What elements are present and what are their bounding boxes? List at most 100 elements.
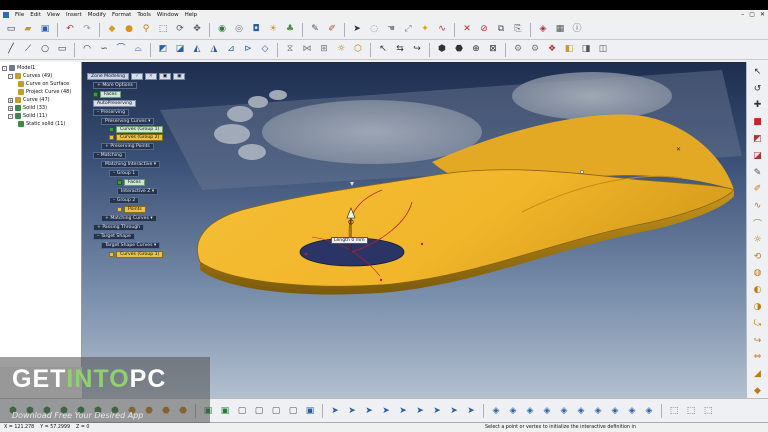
boolean-icon[interactable]: ⊕ [469, 43, 483, 57]
collapse-toggle[interactable]: - [2, 65, 7, 71]
solid-cut-icon[interactable]: ⬣ [452, 43, 466, 57]
line-icon[interactable]: ╱ [4, 43, 18, 57]
box-icon[interactable]: ▢ [286, 404, 300, 418]
brush-icon[interactable]: ✐ [751, 183, 765, 197]
tree-node[interactable]: + Curve (47) [2, 96, 79, 104]
sphere-icon[interactable]: ● [122, 23, 136, 37]
expand-toggle[interactable]: + [8, 105, 13, 111]
panel-header[interactable]: Zone Modeling [87, 73, 130, 80]
curve-tool-icon[interactable]: ∿ [435, 23, 449, 37]
transform-blue-icon[interactable]: ◈ [591, 404, 605, 418]
pan-icon[interactable]: ✥ [190, 23, 204, 37]
checkbox-icon[interactable] [117, 207, 122, 212]
menu-edit[interactable]: Edit [30, 12, 41, 18]
thicken-icon[interactable]: ◑ [751, 300, 765, 314]
wrap-icon[interactable]: ⟲ [751, 250, 765, 264]
copy-icon[interactable]: ⧉ [494, 23, 508, 37]
tree-node[interactable]: - Solid (11) [2, 112, 79, 120]
arrow-blue-icon[interactable]: ➤ [396, 404, 410, 418]
tree-node[interactable]: Project Curve (48) [2, 88, 79, 96]
arrow-blue-icon[interactable]: ➤ [379, 404, 393, 418]
layer-icon[interactable]: ◈ [536, 23, 550, 37]
transform-blue-icon[interactable]: ◈ [574, 404, 588, 418]
zoom-icon[interactable]: ⚲ [139, 23, 153, 37]
bend-icon[interactable]: ↪ [410, 43, 424, 57]
view-cube-icon[interactable]: ⬚ [701, 404, 715, 418]
faces-item-field[interactable]: Faces [124, 179, 145, 186]
menu-tools[interactable]: Tools [137, 12, 151, 18]
arrow-blue-icon[interactable]: ➤ [362, 404, 376, 418]
control-point[interactable] [304, 252, 308, 256]
transform-blue-icon[interactable]: ◈ [540, 404, 554, 418]
lamp-icon[interactable]: ☀ [266, 23, 280, 37]
measure-icon[interactable]: ⊞ [317, 43, 331, 57]
tree-node[interactable]: + Solid (33) [2, 104, 79, 112]
transform-blue-icon[interactable]: ◈ [506, 404, 520, 418]
brush-icon[interactable]: ✐ [325, 23, 339, 37]
blend-icon[interactable]: ◇ [258, 43, 272, 57]
target-shape-row[interactable]: – Target Shape [93, 233, 135, 240]
transform-blue-icon[interactable]: ◈ [489, 404, 503, 418]
sweep-icon[interactable]: ∿ [751, 199, 765, 213]
morph-icon[interactable]: ☼ [751, 233, 765, 247]
preserving-row[interactable]: – Preserving [93, 109, 129, 116]
box-icon[interactable]: ▢ [269, 404, 283, 418]
delete-icon[interactable]: ✕ [460, 23, 474, 37]
arrow-blue-icon[interactable]: ➤ [447, 404, 461, 418]
menu-modify[interactable]: Modify [88, 12, 106, 18]
camera-icon[interactable]: ◘ [249, 23, 263, 37]
loft-icon[interactable]: ◪ [173, 43, 187, 57]
auto-preserving-row[interactable]: AutoPreserving [93, 100, 136, 107]
transform-blue-icon[interactable]: ◈ [642, 404, 656, 418]
tree-node[interactable]: Curve on Surface [2, 80, 79, 88]
option-button[interactable]: ▣ [173, 73, 186, 80]
matching-curves-row[interactable]: + Matching Curves ▾ [101, 215, 157, 222]
open-file-icon[interactable]: ▰ [21, 23, 35, 37]
twist-icon[interactable]: ⤿ [751, 317, 765, 331]
checkbox-icon[interactable] [109, 127, 114, 132]
red-cube-icon[interactable]: ■ [751, 115, 765, 129]
collapse-toggle[interactable]: - [8, 113, 13, 119]
curve-offset-icon[interactable]: ⌒ [114, 43, 128, 57]
gear-icon[interactable]: ⚙ [511, 43, 525, 57]
arrow-blue-icon[interactable]: ➤ [345, 404, 359, 418]
arrow-blue-icon[interactable]: ➤ [464, 404, 478, 418]
new-file-icon[interactable]: ▭ [4, 23, 18, 37]
curves-group1-field[interactable]: Curves (Group 1) [116, 126, 164, 133]
collapse-toggle[interactable]: - [8, 73, 13, 79]
mirror-icon[interactable]: ⧖ [283, 43, 297, 57]
menu-format[interactable]: Format [112, 12, 131, 18]
solid-box-icon[interactable]: ⬢ [435, 43, 449, 57]
view-cube-icon[interactable]: ⬚ [667, 404, 681, 418]
gear2-icon[interactable]: ⚙ [528, 43, 542, 57]
surface-icon[interactable]: ◩ [156, 43, 170, 57]
control-point[interactable] [420, 242, 424, 246]
matching-interactive-row[interactable]: Matching Interactive ▾ [101, 161, 161, 168]
faces-field[interactable]: Faces [100, 91, 121, 98]
lasso-icon[interactable]: ◌ [367, 23, 381, 37]
curve-project-icon[interactable]: ⌓ [131, 43, 145, 57]
menu-window[interactable]: Window [157, 12, 179, 18]
chamfer-icon[interactable]: ⊠ [486, 43, 500, 57]
view-cube-icon[interactable]: ⬚ [684, 404, 698, 418]
curves-group2-field[interactable]: Curves (Group 2) [116, 134, 164, 141]
stretch-icon[interactable]: ⇔ [751, 351, 765, 365]
control-point[interactable] [379, 278, 383, 282]
transform-blue-icon[interactable]: ◈ [625, 404, 639, 418]
pen-icon[interactable]: ✎ [751, 166, 765, 180]
close-button[interactable]: ✕ [760, 11, 765, 18]
circle-icon[interactable]: ○ [38, 43, 52, 57]
target-shape-curves-row[interactable]: Target Shape Curves ▾ [101, 242, 161, 249]
more-options-row[interactable]: + More Options [93, 82, 137, 89]
select-arrow-icon[interactable]: ↖ [751, 65, 765, 79]
render-icon[interactable]: ❖ [545, 43, 559, 57]
cancel-button[interactable]: ✕ [144, 73, 157, 80]
info-icon[interactable]: ⓘ [570, 23, 584, 37]
loop-icon[interactable]: ↺ [751, 82, 765, 96]
points-field[interactable]: Points [124, 206, 146, 213]
undo-icon[interactable]: ↶ [63, 23, 77, 37]
bend-icon[interactable]: ↪ [751, 334, 765, 348]
axis-icon[interactable]: ✚ [751, 99, 765, 113]
tree-icon[interactable]: ♣ [283, 23, 297, 37]
menu-file[interactable]: File [15, 12, 24, 18]
